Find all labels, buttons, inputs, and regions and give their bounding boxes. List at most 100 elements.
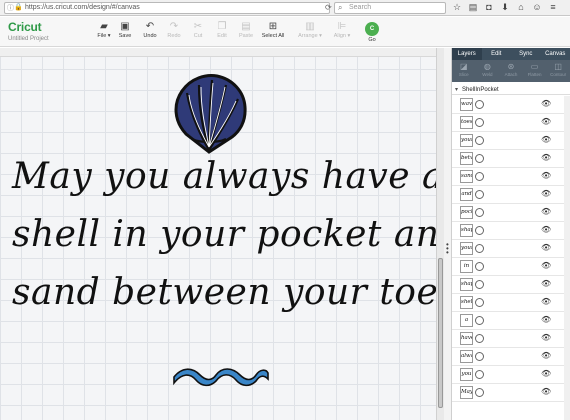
- layer-row[interactable]: between 👁: [452, 150, 570, 168]
- layers-scrollbar[interactable]: [564, 96, 570, 420]
- eye-icon[interactable]: 👁: [541, 351, 551, 361]
- layer-row[interactable]: wave 👁: [452, 96, 570, 114]
- slice-button[interactable]: ◪ Slice: [452, 60, 476, 82]
- layer-linetype-icon[interactable]: [475, 280, 484, 289]
- layer-linetype-icon[interactable]: [475, 118, 484, 127]
- info-icon[interactable]: ⓘ: [7, 4, 14, 12]
- layer-row[interactable]: shape 👁: [452, 276, 570, 294]
- layer-row[interactable]: your 👁: [452, 132, 570, 150]
- layer-row[interactable]: toes 👁: [452, 114, 570, 132]
- layer-row[interactable]: pocket 👁: [452, 204, 570, 222]
- align-button[interactable]: ⊫ Align ▾: [328, 21, 356, 39]
- refresh-icon[interactable]: ⟳: [325, 3, 332, 13]
- eye-icon[interactable]: 👁: [541, 297, 551, 307]
- search-input[interactable]: ⌕ Search: [334, 2, 446, 14]
- layer-thumbnail: May: [460, 386, 473, 399]
- home-icon[interactable]: ⌂: [516, 2, 526, 12]
- menu-icon[interactable]: ≡: [548, 2, 558, 12]
- layer-linetype-icon[interactable]: [475, 172, 484, 181]
- eye-icon[interactable]: 👁: [541, 99, 551, 109]
- layer-linetype-icon[interactable]: [475, 370, 484, 379]
- layer-group-header[interactable]: ▾ ShellInPocket: [452, 85, 570, 95]
- layer-row[interactable]: always 👁: [452, 348, 570, 366]
- eye-icon[interactable]: 👁: [541, 387, 551, 397]
- layer-row[interactable]: a 👁: [452, 312, 570, 330]
- layer-row[interactable]: and 👁: [452, 186, 570, 204]
- layer-linetype-icon[interactable]: [475, 334, 484, 343]
- layer-linetype-icon[interactable]: [475, 190, 484, 199]
- layer-linetype-icon[interactable]: [475, 208, 484, 217]
- layer-linetype-icon[interactable]: [475, 226, 484, 235]
- eye-icon[interactable]: 👁: [541, 243, 551, 253]
- layer-linetype-icon[interactable]: [475, 388, 484, 397]
- go-button[interactable]: C: [365, 22, 379, 36]
- tab-edit[interactable]: Edit: [482, 48, 512, 60]
- layer-linetype-icon[interactable]: [475, 316, 484, 325]
- contour-icon: ◫: [554, 62, 562, 71]
- cut-label: Cut: [193, 33, 203, 39]
- attach-button[interactable]: ⊛ Attach: [499, 60, 523, 82]
- eye-icon[interactable]: 👁: [541, 315, 551, 325]
- tab-canvas[interactable]: Canvas: [541, 48, 570, 60]
- contour-button[interactable]: ◫ Contour: [546, 60, 570, 82]
- eye-icon[interactable]: 👁: [541, 225, 551, 235]
- eye-icon[interactable]: 👁: [541, 333, 551, 343]
- layer-thumbnail: a: [460, 314, 473, 327]
- canvas-scroll-thumb[interactable]: [438, 258, 443, 408]
- wave-image[interactable]: [172, 367, 270, 389]
- paste-button[interactable]: ▤ Paste: [232, 21, 260, 39]
- pocket-icon[interactable]: ◘: [484, 2, 494, 12]
- layer-row[interactable]: in 👁: [452, 258, 570, 276]
- layer-row[interactable]: shell 👁: [452, 294, 570, 312]
- shell-image[interactable]: [170, 71, 248, 155]
- project-name[interactable]: Untitled Project: [8, 36, 49, 42]
- cricut-logo[interactable]: Cricut: [8, 20, 42, 34]
- url-text: https://us.cricut.com/design/#/canvas: [25, 4, 140, 11]
- eye-icon[interactable]: 👁: [541, 135, 551, 145]
- quote-text[interactable]: May you always have a shell in your pock…: [12, 148, 463, 322]
- tab-sync[interactable]: Sync: [511, 48, 541, 60]
- download-icon[interactable]: ⬇: [500, 2, 510, 12]
- layer-thumbnail: always: [460, 350, 473, 363]
- layer-linetype-icon[interactable]: [475, 136, 484, 145]
- eye-icon[interactable]: 👁: [541, 369, 551, 379]
- layer-linetype-icon[interactable]: [475, 262, 484, 271]
- url-bar[interactable]: ⓘ 🔒 https://us.cricut.com/design/#/canva…: [4, 2, 332, 14]
- flatten-button[interactable]: ▭ Flatten: [523, 60, 547, 82]
- eye-icon[interactable]: 👁: [541, 189, 551, 199]
- eye-icon[interactable]: 👁: [541, 171, 551, 181]
- eye-icon[interactable]: 👁: [541, 207, 551, 217]
- tab-layers[interactable]: Layers: [452, 48, 482, 60]
- layer-linetype-icon[interactable]: [475, 352, 484, 361]
- layer-row[interactable]: your 👁: [452, 240, 570, 258]
- layer-row[interactable]: you 👁: [452, 366, 570, 384]
- attach-label: Attach: [504, 72, 518, 77]
- layer-row[interactable]: sand 👁: [452, 168, 570, 186]
- save-button[interactable]: ▣ Save: [111, 21, 139, 39]
- eye-icon[interactable]: 👁: [541, 117, 551, 127]
- undo-label: Undo: [143, 33, 157, 39]
- layer-row[interactable]: shape 👁: [452, 222, 570, 240]
- canvas-scrollbar[interactable]: [436, 48, 444, 420]
- star-icon[interactable]: ☆: [452, 2, 462, 12]
- layer-row[interactable]: May 👁: [452, 384, 570, 402]
- flatten-label: Flatten: [527, 72, 542, 77]
- chevron-down-icon[interactable]: ▾: [455, 85, 458, 95]
- emoji-icon[interactable]: ☺: [532, 2, 542, 12]
- layer-linetype-icon[interactable]: [475, 298, 484, 307]
- layer-linetype-icon[interactable]: [475, 154, 484, 163]
- select-all-label: Select All: [261, 33, 285, 39]
- layer-row[interactable]: have 👁: [452, 330, 570, 348]
- arrange-button[interactable]: ▥ Arrange ▾: [290, 21, 330, 39]
- eye-icon[interactable]: 👁: [541, 153, 551, 163]
- eye-icon[interactable]: 👁: [541, 279, 551, 289]
- drag-handle-icon[interactable]: • • •: [446, 241, 449, 257]
- select-all-button[interactable]: ⊞ Select All: [258, 21, 288, 39]
- reader-icon[interactable]: ▤: [468, 2, 478, 12]
- eye-icon[interactable]: 👁: [541, 261, 551, 271]
- arrange-label: Arrange: [298, 33, 318, 39]
- layer-linetype-icon[interactable]: [475, 244, 484, 253]
- layer-linetype-icon[interactable]: [475, 100, 484, 109]
- weld-button[interactable]: ◍ Weld: [476, 60, 500, 82]
- panel-divider[interactable]: • • •: [444, 48, 452, 420]
